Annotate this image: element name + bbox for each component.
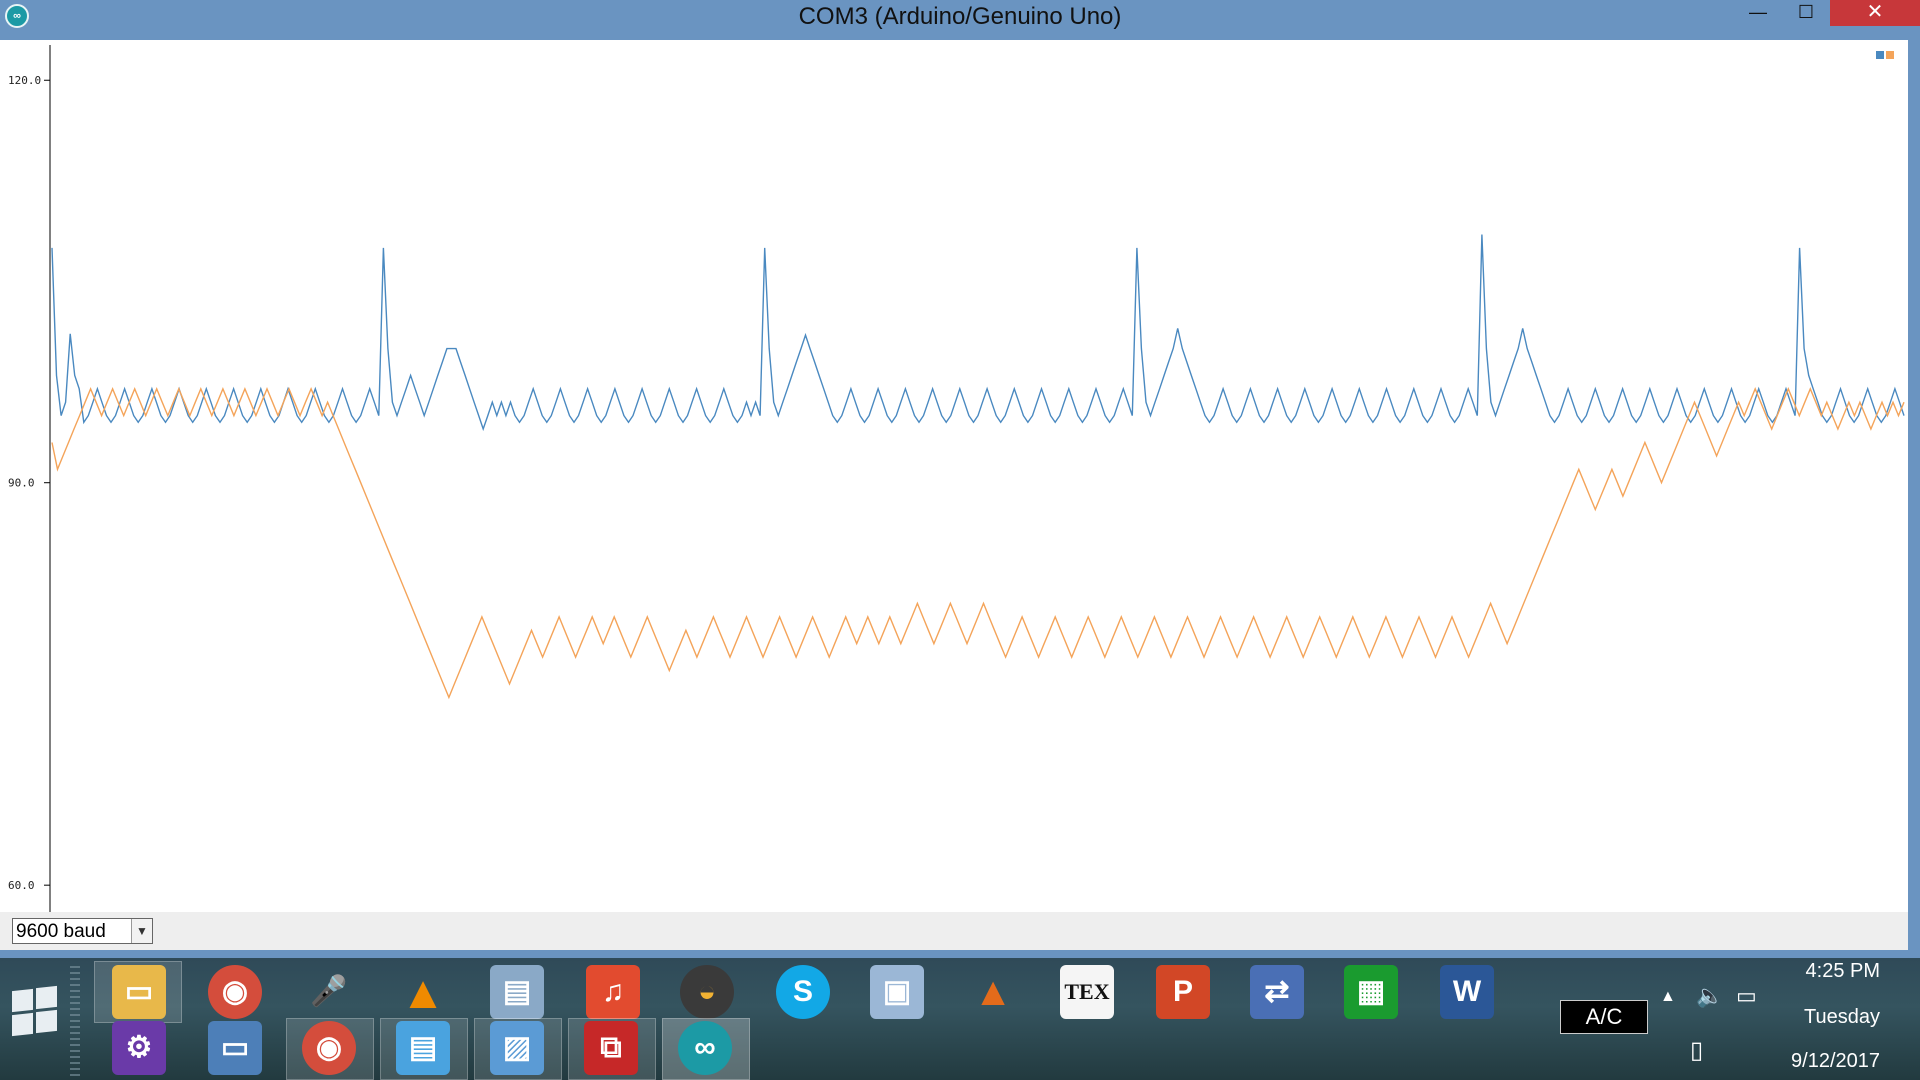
chrome-window-icon[interactable]: ◉ [302,1021,356,1075]
baud-rate-select[interactable]: 9600 baud ▼ [12,918,153,944]
taskbar-grip [70,966,80,1076]
settings-gear-icon[interactable]: ⚙ [112,1021,166,1075]
monitor-icon[interactable]: ▤ [490,965,544,1019]
chevron-down-icon[interactable]: ▼ [131,919,152,943]
network-icon[interactable]: ⇄ [1250,965,1304,1019]
virtualbox-icon[interactable]: ▣ [870,965,924,1019]
baud-rate-value: 9600 baud [16,921,106,942]
remote-icon[interactable]: ▦ [1344,965,1398,1019]
serial-plotter-canvas: 120.0 90.0 60.0 [0,40,1908,912]
chrome-icon[interactable]: ◉ [208,965,262,1019]
arduino-taskbar-icon[interactable]: ∞ [678,1021,732,1075]
powerpoint-icon[interactable]: P [1156,965,1210,1019]
maximize-button[interactable]: ☐ [1778,0,1834,26]
legend-swatch-1 [1876,51,1884,59]
clock-date[interactable]: 9/12/2017 [1740,1050,1880,1073]
start-button[interactable] [12,985,58,1037]
ac-power-badge: A/C [1560,1000,1648,1034]
series-line-2 [51,386,1905,700]
close-button[interactable]: ✕ [1830,0,1920,26]
skype-icon[interactable]: S [776,965,830,1019]
windows-logo-icon [36,985,57,1010]
y-tick-label: 60.0 [8,879,35,892]
close-icon: ✕ [1866,1,1884,23]
photos-icon[interactable]: ▨ [490,1021,544,1075]
presentation-icon[interactable]: ▤ [396,1021,450,1075]
matlab-icon[interactable]: ▲ [966,965,1020,1019]
tray-expand-icon[interactable]: ▲ [1660,988,1676,1006]
series-line-1 [51,234,1905,432]
remote-desktop-icon[interactable]: ▭ [208,1021,262,1075]
window-title: COM3 (Arduino/Genuino Uno) [798,3,1122,30]
plot-svg: 120.0 90.0 60.0 [8,45,1905,912]
clock-day[interactable]: Tuesday [1740,1006,1880,1029]
minimize-icon: — [1749,2,1767,22]
word-icon[interactable]: W [1440,965,1494,1019]
music-icon[interactable]: ♫ [586,965,640,1019]
windows-logo-icon [12,988,33,1013]
windows-logo-icon [36,1009,57,1034]
tex-icon[interactable]: TEX [1060,965,1114,1019]
windows-logo-icon [12,1012,33,1037]
maximize-icon: ☐ [1797,2,1815,22]
microphone-icon[interactable]: 🎤 [302,965,356,1019]
file-explorer-icon[interactable]: ▭ [112,965,166,1019]
arc-icon[interactable]: ◒ [680,965,734,1019]
acrobat-icon[interactable]: ⧉ [584,1021,638,1075]
vlc-icon[interactable]: ▲ [396,965,450,1019]
clock-time[interactable]: 4:25 PM [1740,960,1880,983]
legend-swatch-2 [1886,51,1894,59]
y-tick-label: 120.0 [8,74,41,87]
battery-icon[interactable]: ▯ [1690,1036,1703,1065]
volume-icon[interactable]: 🔈 [1696,983,1723,1009]
window-frame-right [1908,40,1920,950]
y-tick-label: 90.0 [8,477,35,490]
window-frame-bottom [0,950,1920,958]
title-bar: ∞ COM3 (Arduino/Genuino Uno) — ☐ ✕ [0,0,1920,40]
plotter-controls: 9600 baud ▼ [0,912,1908,950]
